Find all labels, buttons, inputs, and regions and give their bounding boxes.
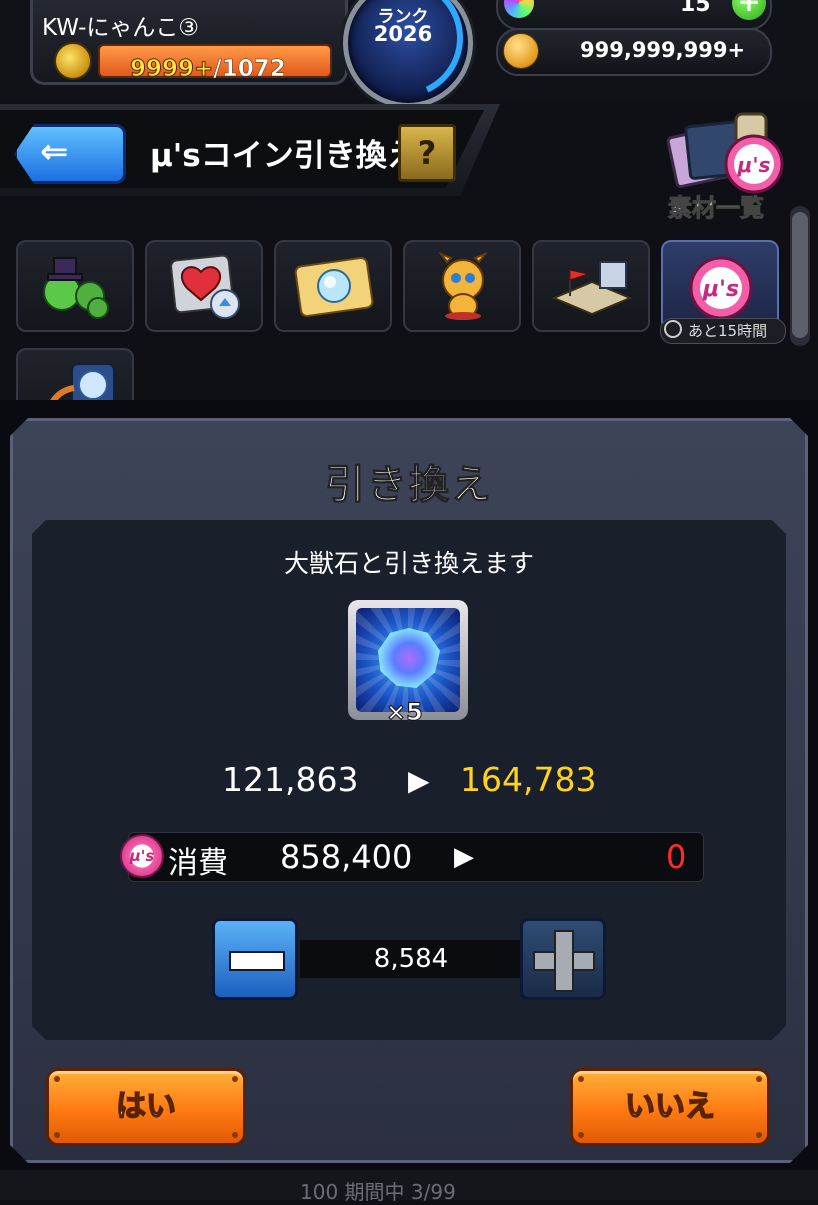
rivet xyxy=(232,1076,238,1082)
arrow-right-icon: ▶ xyxy=(408,764,430,797)
rank-value: 2026 xyxy=(373,22,433,46)
category-heart-fruit[interactable] xyxy=(145,240,263,332)
category-orb-ticket[interactable] xyxy=(274,240,392,332)
dialog-title: 引き換え xyxy=(325,462,493,509)
player-name: KW-にゃんこ③ xyxy=(42,15,199,41)
rivet xyxy=(54,1132,60,1138)
materials-list-icon[interactable]: μ's xyxy=(666,110,788,194)
no-button[interactable]: いいえ xyxy=(570,1068,770,1146)
back-button[interactable] xyxy=(14,124,126,184)
rivet xyxy=(232,1132,238,1138)
gem-count: 15 xyxy=(680,0,711,17)
dialog-message: 大獣石と引き換えます xyxy=(283,549,534,578)
arrow-right-icon: ▶ xyxy=(454,842,474,872)
plus-icon-vertical xyxy=(554,930,574,992)
category-stage-flag[interactable] xyxy=(532,240,650,332)
back-arrow-icon: ⇐ xyxy=(40,132,69,172)
rivet xyxy=(578,1076,584,1082)
rivet xyxy=(756,1076,762,1082)
stamina-max: /1072 xyxy=(213,56,286,83)
gold-coin-icon xyxy=(503,33,539,69)
help-button[interactable]: ? xyxy=(398,124,456,182)
timer-text: あと15時間 xyxy=(688,322,768,340)
cost-value: 858,400 xyxy=(280,838,413,876)
orb-ticket-icon xyxy=(294,257,374,317)
rivet xyxy=(578,1132,584,1138)
gem-panel xyxy=(496,0,772,30)
player-badge-icon xyxy=(54,42,92,80)
svg-text:μ's: μ's xyxy=(737,153,771,177)
clock-icon xyxy=(664,320,682,338)
page-title: μ'sコイン引き換え xyxy=(150,138,418,174)
heart-fruit-icon xyxy=(170,254,240,319)
coin-count: 999,999,999+ xyxy=(580,38,746,62)
rivet xyxy=(54,1076,60,1082)
minus-icon xyxy=(229,951,285,971)
clover-hat-icon xyxy=(43,257,109,319)
category-dragon[interactable] xyxy=(403,240,521,332)
svg-text:μ's: μ's xyxy=(702,277,739,302)
dragon-character-icon xyxy=(438,252,488,320)
yes-button[interactable]: はい xyxy=(46,1068,246,1146)
count-before: 121,863 xyxy=(222,760,359,799)
materials-list-label[interactable]: 素材一覧 xyxy=(668,188,765,223)
cost-remaining: 0 xyxy=(666,838,687,876)
bottom-list-text: 100 期間中 3/99 xyxy=(300,1180,456,1204)
quantity-value: 8,584 xyxy=(373,944,449,974)
stamina-text: 9999+/1072 xyxy=(129,56,286,83)
rivet xyxy=(756,1132,762,1138)
item-quantity: ×5 xyxy=(386,698,424,727)
stamina-current: 9999+ xyxy=(129,56,214,83)
category-clover-hat[interactable] xyxy=(16,240,134,332)
mus-coin-icon: μ's xyxy=(689,256,753,320)
stage-flag-icon xyxy=(551,261,633,316)
scrollbar-thumb[interactable] xyxy=(792,212,808,338)
cost-label: 消費 xyxy=(168,846,228,881)
count-after: 164,783 xyxy=(460,760,597,799)
mus-coin-small-icon: μ's xyxy=(120,834,164,878)
